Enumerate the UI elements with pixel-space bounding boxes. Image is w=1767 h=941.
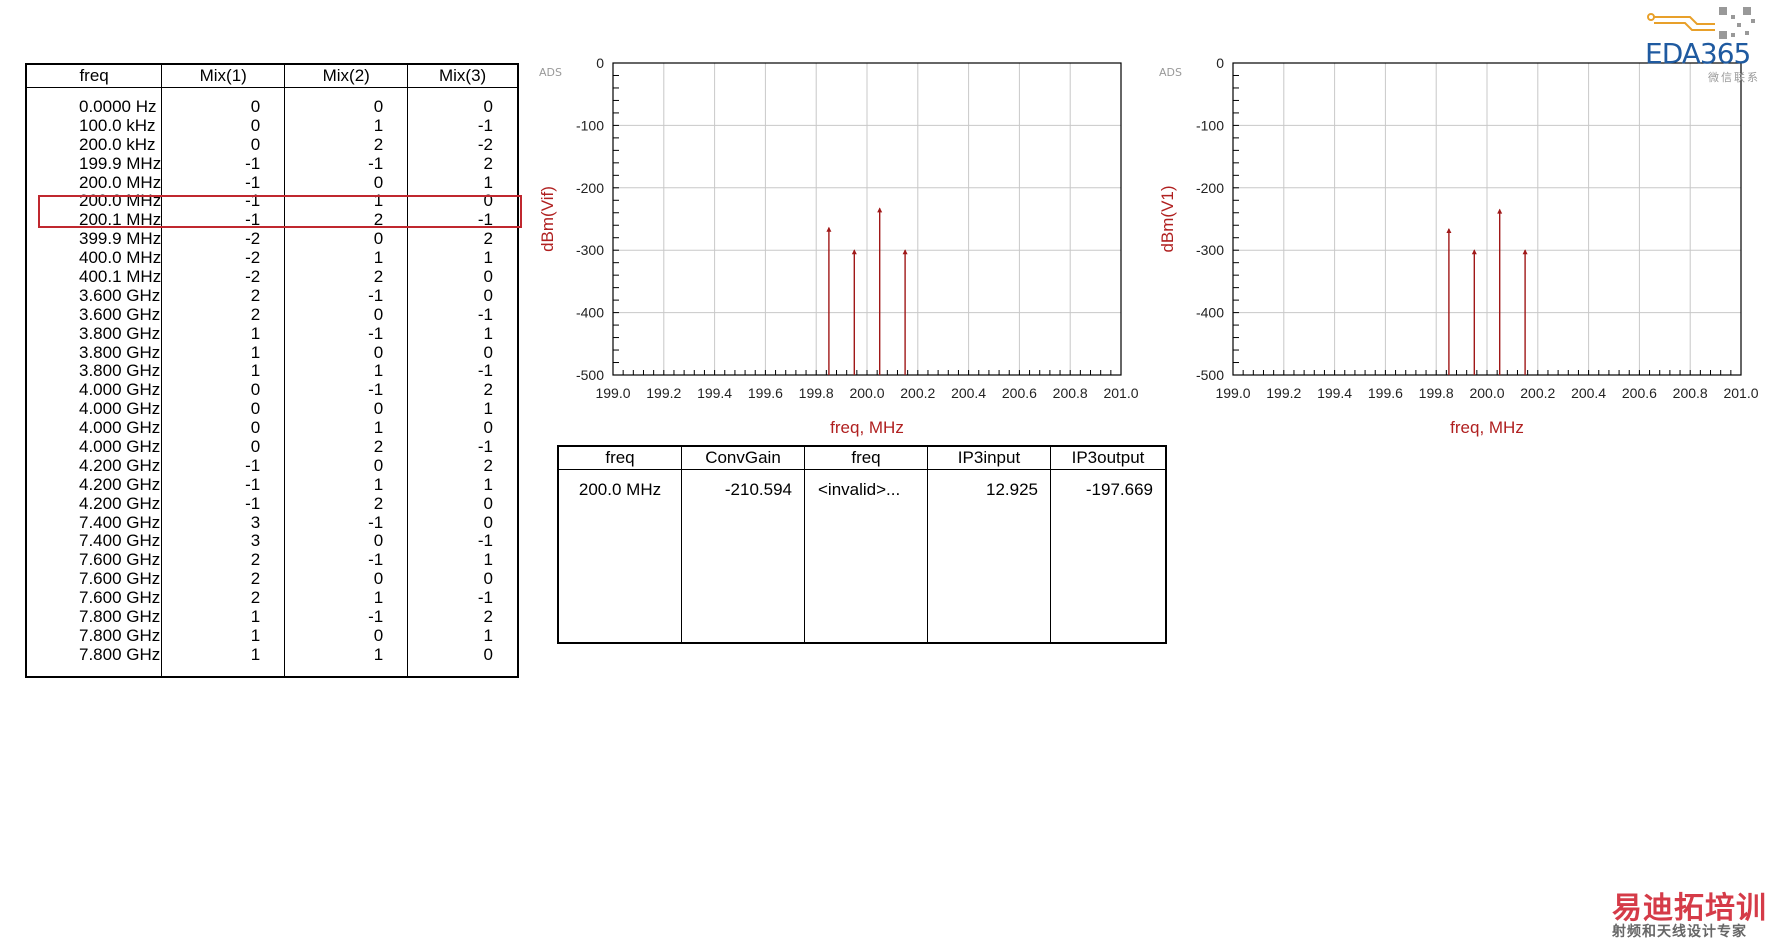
x-tick-label: 199.6 [748,385,783,401]
x-tick-label: 200.4 [951,385,986,401]
x-tick-label: 201.0 [1723,385,1758,401]
logo-subtext: 微信联系 [1708,72,1760,84]
ads-tag: ADS [539,66,562,79]
x-tick-label: 200.6 [1002,385,1037,401]
x-tick-label: 201.0 [1103,385,1138,401]
y-axis-label: dBm(Vif) [538,186,557,252]
y-tick-label: 0 [596,55,604,71]
x-tick-label: 199.4 [697,385,732,401]
x-tick-label: 199.2 [1266,385,1301,401]
x-axis-label: freq, MHz [1450,418,1524,437]
y-tick-label: -500 [576,367,604,383]
y-tick-label: -100 [1196,117,1224,133]
x-tick-label: 200.8 [1673,385,1708,401]
x-tick-label: 200.2 [1520,385,1555,401]
logo-text: EDA365 [1645,37,1751,70]
x-tick-label: 199.2 [646,385,681,401]
watermark-subtitle: 射频和天线设计专家 [1612,923,1747,939]
y-tick-label: -300 [576,242,604,258]
spectrum-marker [1497,208,1503,214]
x-tick-label: 199.8 [799,385,834,401]
charts-canvas: 199.0 199.2 199.4 199.6 199.8 200.0 200.2 200.4… [538,55,1759,437]
x-tick-label: 199.0 [595,385,630,401]
y-tick-label: -200 [576,180,604,196]
y-tick-label: -400 [576,305,604,321]
x-tick-label: 200.0 [1469,385,1504,401]
x-tick-label: 200.6 [1622,385,1657,401]
x-tick-label: 200.4 [1571,385,1606,401]
x-axis-label: freq, MHz [830,418,904,437]
x-tick-label: 199.8 [1419,385,1454,401]
x-tick-label: 199.4 [1317,385,1352,401]
ads-tag: ADS [1159,66,1182,79]
y-tick-label: -100 [576,117,604,133]
y-tick-label: -300 [1196,242,1224,258]
y-tick-label: 0 [1216,55,1224,71]
x-tick-label: 200.8 [1053,385,1088,401]
spectrum-marker [826,226,832,232]
x-tick-label: 200.2 [900,385,935,401]
y-tick-label: -400 [1196,305,1224,321]
x-tick-label: 199.0 [1215,385,1250,401]
spectrum-marker [877,207,883,213]
y-tick-label: -200 [1196,180,1224,196]
y-tick-label: -500 [1196,367,1224,383]
x-tick-label: 199.6 [1368,385,1403,401]
y-axis-label: dBm(V1) [1158,185,1177,252]
x-tick-label: 200.0 [849,385,884,401]
spectrum-marker [1446,227,1452,233]
